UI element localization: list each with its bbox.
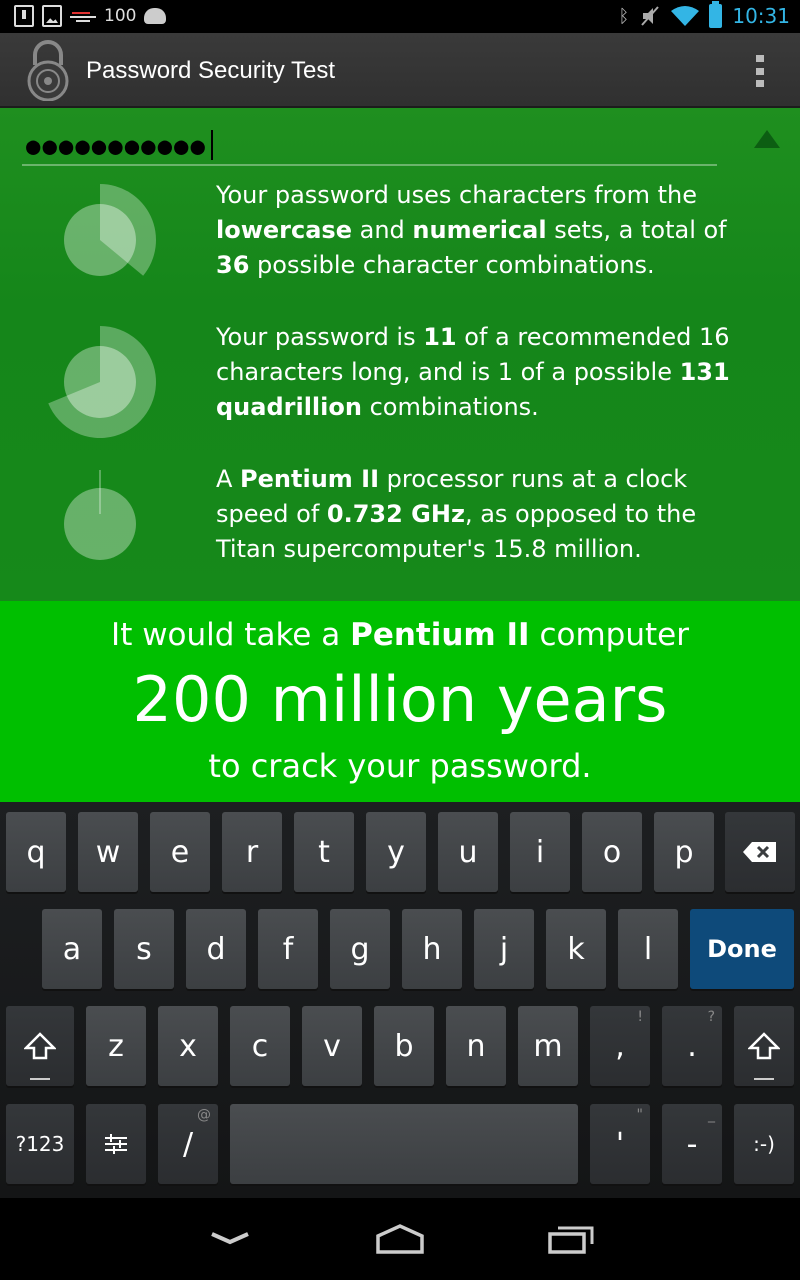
- password-input[interactable]: ●●●●●●●●●●●: [22, 124, 717, 166]
- key-i[interactable]: i: [510, 812, 570, 892]
- sliders-icon: [105, 1134, 127, 1154]
- speed-indicator-icon: [64, 470, 136, 560]
- action-bar: Password Security Test: [0, 33, 800, 108]
- recent-apps-icon[interactable]: [540, 1218, 600, 1258]
- length-indicator-icon: [48, 326, 157, 438]
- overflow-menu-icon[interactable]: [756, 55, 766, 87]
- battery-level-text: 100: [104, 6, 137, 26]
- key-u[interactable]: u: [438, 812, 498, 892]
- key-f[interactable]: f: [258, 909, 318, 989]
- space-bar[interactable]: [230, 1104, 578, 1184]
- key-t[interactable]: t: [294, 812, 354, 892]
- key-q[interactable]: q: [6, 812, 66, 892]
- key-e[interactable]: e: [150, 812, 210, 892]
- shift-icon: [24, 1032, 56, 1060]
- soft-keyboard: qwertyuiop asdfghjkl Done z x c v b n m!,?. ?1…: [0, 802, 800, 1198]
- bluetooth-icon: ᛒ: [618, 5, 630, 27]
- symbols-key[interactable]: ?123: [6, 1104, 74, 1184]
- crack-time-intro: It would take a Pentium II computer: [111, 617, 689, 653]
- shift-key-left[interactable]: [6, 1006, 74, 1086]
- app-title: Password Security Test: [86, 57, 335, 84]
- key-x[interactable]: x: [158, 1006, 218, 1086]
- backspace-icon: [743, 842, 776, 862]
- shift-key-right[interactable]: [734, 1006, 794, 1086]
- signal-notification-icon: [70, 9, 96, 23]
- backspace-key[interactable]: [725, 812, 795, 892]
- key-n[interactable]: n: [446, 1006, 506, 1086]
- charset-description: Your password uses characters from the l…: [216, 181, 727, 279]
- key-h[interactable]: h: [402, 909, 462, 989]
- crack-time-duration: 200 million years: [132, 663, 668, 736]
- key-d[interactable]: d: [186, 909, 246, 989]
- key-period[interactable]: ?.: [662, 1006, 722, 1086]
- key-s[interactable]: s: [114, 909, 174, 989]
- download-notification-icon: [14, 5, 34, 27]
- key-comma[interactable]: !,: [590, 1006, 650, 1086]
- crack-time-closing: to crack your password.: [208, 747, 592, 785]
- key-c[interactable]: c: [230, 1006, 290, 1086]
- key-a[interactable]: a: [42, 909, 102, 989]
- smiley-key[interactable]: :-): [734, 1104, 794, 1184]
- apostrophe-key[interactable]: " ': [590, 1104, 650, 1184]
- key-y[interactable]: y: [366, 812, 426, 892]
- charset-indicator-icon: [64, 184, 156, 276]
- key-b[interactable]: b: [374, 1006, 434, 1086]
- padlock-icon[interactable]: [24, 39, 72, 101]
- battery-icon: [709, 1, 723, 28]
- key-p[interactable]: p: [654, 812, 714, 892]
- home-icon[interactable]: [370, 1218, 430, 1258]
- triangle-up-icon[interactable]: [752, 128, 782, 150]
- key-o[interactable]: o: [582, 812, 642, 892]
- crack-time-banner: It would take a Pentium II computer 200 …: [0, 601, 800, 802]
- key-v[interactable]: v: [302, 1006, 362, 1086]
- length-description: Your password is 11 of a recommended 16 …: [216, 323, 730, 421]
- done-key[interactable]: Done: [690, 909, 794, 989]
- key-g[interactable]: g: [330, 909, 390, 989]
- analysis-panel: ●●●●●●●●●●● Your password uses character…: [0, 108, 800, 601]
- status-bar: 100 ᛒ 10:31: [0, 0, 800, 33]
- key-l[interactable]: l: [618, 909, 678, 989]
- clock: 10:31: [732, 4, 790, 28]
- chevron-down-icon[interactable]: [200, 1218, 260, 1258]
- screenshot-notification-icon: [42, 5, 62, 27]
- shift-icon: [748, 1032, 780, 1060]
- dash-key[interactable]: _ -: [662, 1104, 722, 1184]
- keyboard-settings-key[interactable]: [86, 1104, 146, 1184]
- key-w[interactable]: w: [78, 812, 138, 892]
- navigation-bar: [0, 1198, 800, 1280]
- mute-icon: [641, 6, 660, 26]
- key-z[interactable]: z: [86, 1006, 146, 1086]
- android-notification-icon: [144, 8, 167, 24]
- speed-description: A Pentium II processor runs at a clock s…: [216, 465, 697, 563]
- wifi-icon: [671, 6, 700, 26]
- password-masked-value: ●●●●●●●●●●●: [26, 130, 213, 160]
- key-r[interactable]: r: [222, 812, 282, 892]
- slash-key[interactable]: @ /: [158, 1104, 218, 1184]
- key-m[interactable]: m: [518, 1006, 578, 1086]
- key-j[interactable]: j: [474, 909, 534, 989]
- key-k[interactable]: k: [546, 909, 606, 989]
